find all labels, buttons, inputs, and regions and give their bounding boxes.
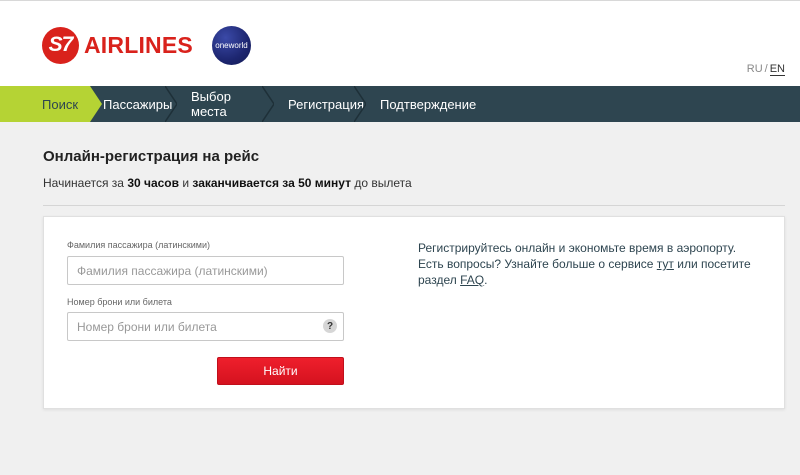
divider — [43, 205, 785, 206]
search-button[interactable]: Найти — [217, 357, 344, 385]
header: S7 AIRLINES oneworld RU / EN — [0, 0, 800, 86]
lang-separator: / — [764, 63, 768, 75]
lang-ru-link[interactable]: RU — [747, 63, 763, 75]
s7-airlines-logo[interactable]: S7 AIRLINES — [42, 26, 193, 64]
info-link-here[interactable]: тут — [657, 257, 674, 271]
oneworld-logo: oneworld — [212, 26, 251, 65]
step-label: Выбор места — [191, 89, 231, 119]
checkin-steps-nav: Поиск Пассажиры Выбор места Регистрация … — [0, 86, 800, 122]
checkin-form-card: Фамилия пассажира (латинскими) Номер бро… — [43, 216, 785, 409]
faq-link[interactable]: FAQ — [460, 273, 484, 287]
page-subtitle: Начинается за 30 часов и заканчивается з… — [43, 176, 412, 190]
subtitle-text: и — [179, 176, 193, 190]
s7-logo-mark: S7 — [42, 26, 79, 64]
step-seat-selection[interactable]: Выбор места — [177, 86, 274, 122]
step-registration[interactable]: Регистрация — [274, 86, 366, 122]
info-text: Регистрируйтесь онлайн и экономьте время… — [418, 240, 758, 288]
logo-text: AIRLINES — [84, 31, 193, 58]
step-passengers[interactable]: Пассажиры — [90, 86, 177, 122]
step-confirmation[interactable]: Подтверждение — [366, 86, 486, 122]
step-label: Подтверждение — [380, 96, 477, 112]
language-switcher: RU / EN — [747, 63, 785, 76]
booking-number-input[interactable] — [67, 312, 344, 341]
subtitle-text: Начинается за — [43, 176, 128, 190]
help-icon[interactable]: ? — [323, 319, 337, 333]
lang-en-link[interactable]: EN — [769, 63, 785, 76]
step-separator-icon — [262, 86, 274, 122]
step-label: Регистрация — [288, 96, 364, 112]
step-search[interactable]: Поиск — [0, 86, 102, 122]
subtitle-end-time: заканчивается за 50 минут — [192, 176, 351, 190]
subtitle-start-time: 30 часов — [127, 176, 180, 190]
step-label: Поиск — [42, 96, 79, 112]
step-separator-icon — [354, 86, 366, 122]
step-label: Пассажиры — [103, 96, 173, 112]
subtitle-text: до вылета — [350, 176, 412, 190]
surname-label: Фамилия пассажира (латинскими) — [67, 240, 211, 250]
info-text-part: . — [484, 273, 488, 287]
page-title: Онлайн-регистрация на рейс — [43, 148, 260, 165]
step-separator-icon — [165, 86, 177, 122]
surname-input[interactable] — [67, 256, 344, 285]
booking-label: Номер брони или билета — [67, 297, 172, 307]
